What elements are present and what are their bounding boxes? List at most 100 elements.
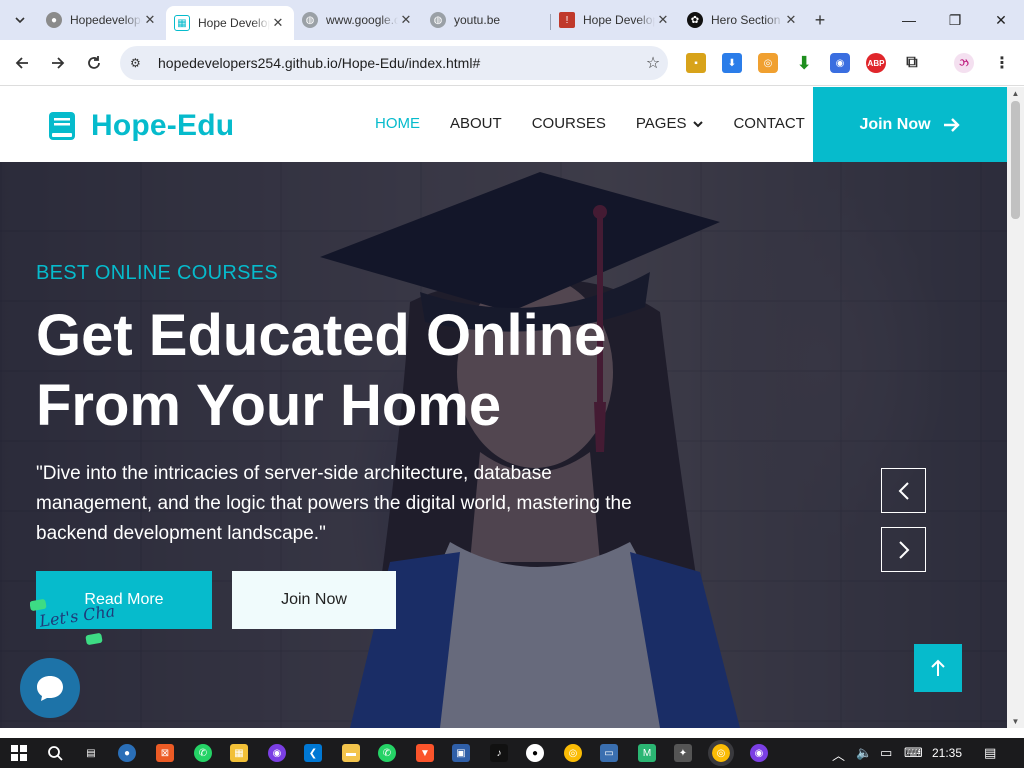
tor-browser-icon[interactable]: ◉ <box>750 744 768 762</box>
file-explorer-icon[interactable]: ▬ <box>342 744 360 762</box>
tab-title: youtu.be <box>454 13 501 27</box>
whatsapp-icon[interactable]: ✆ <box>378 744 396 762</box>
nav-courses[interactable]: COURSES <box>532 115 606 132</box>
close-tab-icon[interactable]: ✕ <box>142 12 158 28</box>
hero-kicker: BEST ONLINE COURSES <box>36 262 279 284</box>
tray-overflow-icon[interactable]: ︿ <box>832 745 845 764</box>
chevron-down-icon <box>693 120 704 127</box>
github-icon: ● <box>46 12 62 28</box>
tab-title: Hopedevelopers <box>70 13 142 27</box>
browser-menu-icon[interactable]: ⋮ <box>992 53 1012 73</box>
chat-widget-button[interactable] <box>20 658 80 718</box>
browser-tab[interactable]: ◍ youtu.be <box>422 6 550 34</box>
back-to-top-button[interactable] <box>914 644 962 692</box>
keyboard-icon[interactable]: ⌨ <box>904 745 923 761</box>
globe-icon: ◍ <box>302 12 318 28</box>
forward-button[interactable] <box>46 51 70 75</box>
book-icon <box>49 112 75 140</box>
address-bar[interactable]: ⚙ hopedevelopers254.github.io/Hope-Edu/i… <box>120 46 668 80</box>
site-info-icon[interactable]: ⚙ <box>130 56 150 70</box>
download-extension-icon[interactable]: ⬇ <box>722 53 742 73</box>
task-view-icon[interactable]: ▤ <box>82 744 100 762</box>
taskbar-app-icon[interactable]: ● <box>118 744 136 762</box>
chat-bubble-icon <box>37 676 63 701</box>
brave-icon[interactable]: ▼ <box>416 744 434 762</box>
taskbar-clock[interactable]: 21:35 <box>932 746 962 760</box>
scroll-up-arrow[interactable]: ▲ <box>1011 89 1020 98</box>
extension-icon[interactable]: ◎ <box>758 53 778 73</box>
github-desktop-icon[interactable]: ● <box>526 744 544 762</box>
close-window-button[interactable]: ✕ <box>978 6 1024 34</box>
arrow-up-icon <box>931 659 945 676</box>
nav-about[interactable]: ABOUT <box>450 115 502 132</box>
tor-browser-icon[interactable]: ◉ <box>268 744 286 762</box>
page-bottom-strip <box>0 728 1024 738</box>
magnifier-icon <box>48 746 63 761</box>
tiktok-icon[interactable]: ♪ <box>490 744 508 762</box>
browser-tab-active[interactable]: ▦ Hope Developers ✕ <box>166 6 294 40</box>
restore-button[interactable]: ❐ <box>932 6 978 34</box>
taskbar-app-icon[interactable]: M <box>638 744 656 762</box>
back-button[interactable] <box>10 51 34 75</box>
main-menu: HOME ABOUT COURSES PAGES CONTACT <box>375 115 835 132</box>
rss-extension-icon[interactable]: ▪ <box>686 53 706 73</box>
windows-taskbar: ▤ ● ⊠ ✆ ▦ ◉ ❮ ▬ ✆ ▼ ▣ ♪ ● ◎ ▭ M ✦ ◎ ◉ ︿ … <box>0 738 1024 768</box>
browser-toolbar: ⚙ hopedevelopers254.github.io/Hope-Edu/i… <box>0 40 1024 86</box>
browser-tab[interactable]: ✿ Hero Section ✕ <box>679 6 807 34</box>
close-tab-icon[interactable]: ✕ <box>270 15 286 31</box>
minimize-button[interactable]: — <box>886 6 932 34</box>
taskbar-app-icon[interactable]: ▭ <box>600 744 618 762</box>
close-tab-icon[interactable]: ✕ <box>655 12 671 28</box>
tab-title: Hope Developers <box>583 13 655 27</box>
green-arrow-extension-icon[interactable]: ⬇ <box>794 53 814 73</box>
vscode-icon[interactable]: ❮ <box>304 744 322 762</box>
extensions-puzzle-icon[interactable]: ⧉ <box>902 53 922 73</box>
globe-icon: ◍ <box>430 12 446 28</box>
taskbar-app-icon[interactable]: ▣ <box>452 744 470 762</box>
chrome-active-icon[interactable]: ◎ <box>708 740 734 766</box>
nav-contact[interactable]: CONTACT <box>733 115 804 132</box>
chrome-icon[interactable]: ◎ <box>564 744 582 762</box>
site-navbar: Hope-Edu HOME ABOUT COURSES PAGES CONTAC… <box>0 87 1007 162</box>
xampp-icon[interactable]: ⊠ <box>156 744 174 762</box>
url-text[interactable]: hopedevelopers254.github.io/Hope-Edu/ind… <box>158 55 638 71</box>
search-icon[interactable] <box>46 744 64 762</box>
brand-name: Hope-Edu <box>91 109 235 142</box>
nav-home[interactable]: HOME <box>375 115 420 132</box>
browser-tab[interactable]: ! Hope Developers ✕ <box>551 6 679 34</box>
scrollbar-thumb[interactable] <box>1011 101 1020 219</box>
brand-logo[interactable]: Hope-Edu <box>48 109 234 143</box>
lets-chat-sticker: Let's Chat <box>30 599 114 645</box>
reload-button[interactable] <box>82 51 106 75</box>
hero-text: BEST ONLINE COURSES Get Educated Online … <box>36 262 656 549</box>
adblock-extension-icon[interactable]: ABP <box>866 53 886 73</box>
windows-logo-icon <box>11 745 27 761</box>
bookmark-star-icon[interactable]: ☆ <box>638 53 668 73</box>
tab-search-button[interactable] <box>6 8 34 32</box>
profile-avatar[interactable]: ઝ <box>954 53 974 73</box>
network-icon[interactable]: ▭ <box>880 745 892 761</box>
whatsapp-icon[interactable]: ✆ <box>194 744 212 762</box>
site-icon: ! <box>559 12 575 28</box>
nav-pages[interactable]: PAGES <box>636 115 704 132</box>
volume-icon[interactable]: 🔈 <box>856 745 872 761</box>
hero-description: "Dive into the intricacies of server-sid… <box>36 463 632 544</box>
screen-record-extension-icon[interactable]: ◉ <box>830 53 850 73</box>
taskbar-app-icon[interactable]: ✦ <box>674 744 692 762</box>
join-now-button[interactable]: Join Now <box>232 571 396 629</box>
close-tab-icon[interactable]: ✕ <box>398 12 414 28</box>
carousel-prev-button[interactable] <box>881 468 926 513</box>
join-now-nav-button[interactable]: Join Now <box>813 87 1007 162</box>
browser-tab[interactable]: ◍ www.google.com ✕ <box>294 6 422 34</box>
close-tab-icon[interactable]: ✕ <box>783 12 799 28</box>
scroll-down-arrow[interactable]: ▼ <box>1011 717 1020 726</box>
windows-start-icon[interactable] <box>10 744 28 762</box>
reload-icon <box>88 56 100 69</box>
notifications-icon[interactable]: ▤ <box>984 745 996 761</box>
carousel-next-button[interactable] <box>881 527 926 572</box>
browser-tab[interactable]: ● Hopedevelopers ✕ <box>38 6 166 34</box>
page-scrollbar[interactable]: ▲ ▼ <box>1007 87 1024 728</box>
microsoft-store-icon[interactable]: ▦ <box>230 744 248 762</box>
new-tab-button[interactable]: + <box>808 8 832 32</box>
tab-title: www.google.com <box>326 13 398 27</box>
